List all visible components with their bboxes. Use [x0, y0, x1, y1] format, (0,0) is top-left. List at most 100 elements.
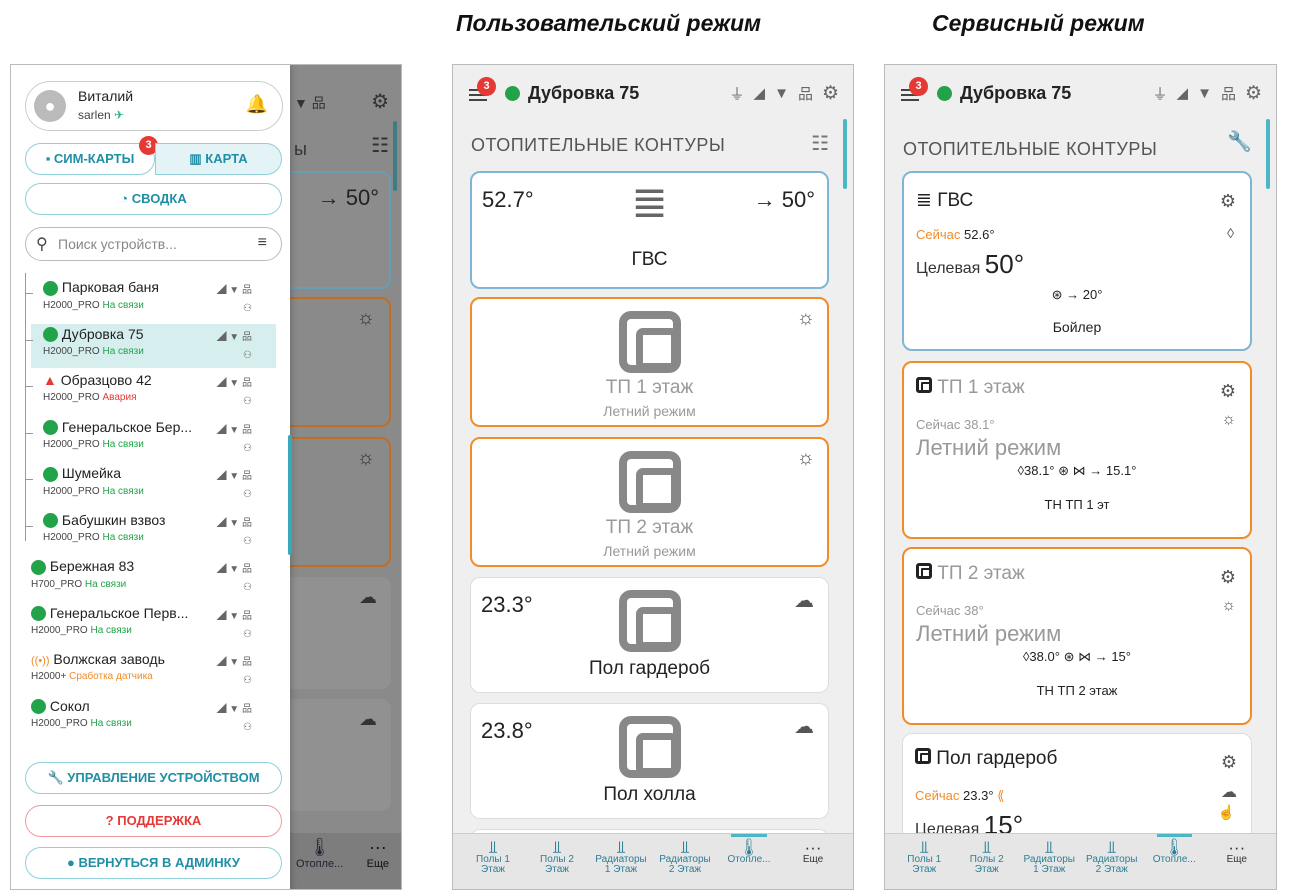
gear-icon[interactable]: ⚙: [1221, 752, 1237, 773]
tab-floors-1[interactable]: ⫫ Полы 1 Этаж: [893, 834, 956, 889]
device-name: ТН ТП 2 этаж: [1036, 683, 1118, 698]
floor-heating-icon: [472, 311, 827, 378]
card-name: Пол гардероб: [588, 658, 711, 679]
card-gvs[interactable]: ≣ ГВС ⚙ ◊ Сейчас 52.6° Целевая 50° ⊛ → 2…: [902, 171, 1252, 351]
filter-settings-icon[interactable]: ☷: [811, 131, 829, 156]
device-list-item[interactable]: Бабушкин взвоз H2000_PRO На связи ◢ ▼ 品 ⚇: [31, 510, 276, 554]
card-gvs[interactable]: 52.7° → 50° ≣ ГВС: [470, 171, 829, 289]
bg-filter-icon: ☷: [371, 135, 389, 157]
device-title: Дубровка 75: [528, 82, 640, 103]
search-field[interactable]: ⚲ Поиск устройств... ≡: [25, 227, 282, 261]
drawer-scrollbar: [288, 435, 292, 555]
card-mode: Летний режим: [603, 403, 696, 419]
tree-line: [25, 273, 26, 541]
card-name: ТП 1 этаж: [605, 377, 694, 398]
floor-heating-icon: [916, 563, 932, 579]
gear-icon[interactable]: ⚙: [1220, 567, 1236, 588]
device-list-item[interactable]: Генеральское Бер... H2000_PRO На связи ◢ ▼…: [31, 417, 276, 461]
device-name: Шумейка: [61, 465, 122, 481]
tree-branch: [25, 386, 33, 387]
gear-icon[interactable]: ⚙: [822, 82, 839, 105]
device-list-item[interactable]: Генеральское Перв... H2000_PRO На связи ◢ …: [19, 603, 276, 647]
device-name: Волжская заводь: [53, 651, 165, 667]
bg-scrollbar: [393, 121, 397, 191]
device-status: На связи: [90, 625, 132, 637]
sim-cards-button[interactable]: ▪ СИМ-КАРТЫ 3: [25, 136, 158, 175]
search-input[interactable]: Поиск устройств...: [58, 236, 177, 252]
device-model: H2000_PRO: [31, 625, 88, 637]
device-list-item[interactable]: ▲ Образцово 42 H2000_PRO Авария ◢ ▼ 品 ⚇: [31, 370, 276, 414]
admin-button[interactable]: ● ВЕРНУТЬСЯ В АДМИНКУ: [25, 847, 282, 879]
card-floor-wardrobe[interactable]: 23.3° ☁ Пол гардероб: [470, 577, 829, 693]
bg-cloud-icon: ☁: [359, 709, 377, 729]
wrench-icon[interactable]: 🔧: [1227, 129, 1252, 154]
online-dot: [43, 280, 58, 296]
card-tp1[interactable]: ТП 1 этаж ⚙ ☼ Сейчас 38.1° Летний режим …: [902, 361, 1252, 539]
device-list-item[interactable]: ((•)) Волжская заводь H2000+ Сработка дат…: [19, 649, 276, 693]
map-button[interactable]: ▥ КАРТА: [155, 143, 282, 175]
gear-icon[interactable]: ⚙: [1220, 191, 1236, 212]
card-name: ГВС: [631, 249, 668, 270]
tab-floors-2[interactable]: ⫫ Полы 2 Этаж: [956, 834, 1019, 889]
device-name: Дубровка 75: [61, 325, 144, 342]
bg-card-floor1: ☁: [290, 577, 391, 689]
support-button[interactable]: ? ПОДДЕРЖКА: [25, 805, 282, 837]
tab-floors-1[interactable]: ⫫ Полы 1 Этаж: [461, 834, 525, 889]
device-list-item[interactable]: Шумейка H2000_PRO На связи ◢ ▼ 品 ⚇: [31, 463, 276, 507]
rocket-icon: ✈: [114, 108, 125, 122]
device-model: H2000+: [31, 671, 67, 682]
device-list-item[interactable]: Дубровка 75 H2000_PRO На связи ◢ ▼ 品 ⚇: [31, 323, 276, 368]
device-name: Парковая баня: [61, 279, 159, 295]
online-dot: [31, 606, 46, 622]
question-icon: ?: [105, 813, 114, 828]
bottom-tab-bar: ⫫ Полы 1 Этаж ⫫ Полы 2 Этаж ⫫ Радиаторы 1 Этаж…: [885, 833, 1276, 889]
tab-radiators-1[interactable]: ⫫ Радиаторы 1 Этаж: [1018, 834, 1081, 889]
gear-icon[interactable]: ⚙: [1220, 381, 1236, 402]
tab-heating[interactable]: 🌡 Отопле...: [1143, 834, 1206, 889]
heat-icon: ⟪: [997, 788, 1005, 803]
connection-icons: ◢ ▼ 品: [216, 378, 252, 389]
users-icon: ⚇: [243, 721, 252, 733]
device-list-item[interactable]: Бережная 83 H700_PRO На связи ◢ ▼ 品 ⚇: [19, 556, 276, 600]
menu-button[interactable]: 3: [899, 77, 928, 106]
gear-icon[interactable]: ⚙: [1245, 82, 1262, 105]
device-name: Бабушкин взвоз: [61, 511, 166, 528]
service-mode-screen: 3 Дубровка 75 ⏚ ◢ ▼ 品 ⚙ ОТОПИТЕЛЬНЫЕ КОН…: [884, 64, 1277, 890]
user-card[interactable]: ● Виталий sarlen ✈ 🔔: [25, 81, 283, 131]
card-mode: Летний режим: [603, 543, 696, 559]
bg-card-gvs: → 50°: [290, 171, 391, 289]
card-tp1[interactable]: ☼ ТП 1 этаж Летний режим: [470, 297, 829, 427]
device-list-item[interactable]: Парковая баня H2000_PRO На связи ◢ ▼ 品 ⚇: [31, 277, 276, 321]
filter-icon[interactable]: ≡: [258, 234, 267, 252]
current-temp: Сейчас 52.6°: [916, 227, 995, 242]
tab-radiators-2[interactable]: ⫫ Радиаторы 2 Этаж: [1081, 834, 1144, 889]
floor-heating-icon: [472, 451, 827, 518]
menu-button[interactable]: 3: [467, 77, 496, 106]
card-tp2[interactable]: ☼ ТП 2 этаж Летний режим: [470, 437, 829, 567]
heading-service-mode: Сервисный режим: [932, 10, 1145, 36]
card-floor-hall[interactable]: 23.8° ☁ Пол холла: [470, 703, 829, 819]
tab-floors-2[interactable]: ⫫ Полы 2 Этаж: [525, 834, 589, 889]
summary-button[interactable]: ◔ СВОДКА: [25, 183, 282, 215]
tab-more[interactable]: ··· Еще: [1206, 834, 1269, 889]
users-icon: ⚇: [243, 349, 252, 361]
bell-icon[interactable]: 🔔: [246, 94, 268, 115]
scrollbar: [843, 119, 847, 189]
sliders-icon: ⫫: [616, 838, 626, 857]
card-header: Пол гардероб: [915, 748, 1057, 770]
notification-badge: 3: [909, 77, 928, 96]
tab-heating[interactable]: 🌡 Отопле...: [717, 834, 781, 889]
tab-more[interactable]: ··· Еще: [781, 834, 845, 889]
card-tp2[interactable]: ТП 2 этаж ⚙ ☼ Сейчас 38° Летний режим ◊3…: [902, 547, 1252, 725]
tab-radiators-1[interactable]: ⫫ Радиаторы 1 Этаж: [589, 834, 653, 889]
tab-radiators-2[interactable]: ⫫ Радиаторы 2 Этаж: [653, 834, 717, 889]
more-icon: ···: [804, 838, 822, 857]
scrollbar: [1266, 119, 1270, 189]
sliders-icon: ⫫: [488, 838, 498, 857]
card-header: ≣ ГВС: [916, 190, 974, 211]
floor-heating-icon: [471, 590, 828, 657]
manage-device-button[interactable]: 🔧 УПРАВЛЕНИЕ УСТРОЙСТВОМ: [25, 762, 282, 794]
device-list-item[interactable]: Сокол H2000_PRO На связи ◢ ▼ 品 ⚇: [19, 696, 276, 740]
dimmed-background[interactable]: ▼ 品 ⚙ ы ☷ → 50° ☼ ☼ ☁ ☁ 🌡 Отопле... ··· Ещ…: [290, 65, 401, 889]
wifi-icon: ▼: [774, 84, 789, 102]
